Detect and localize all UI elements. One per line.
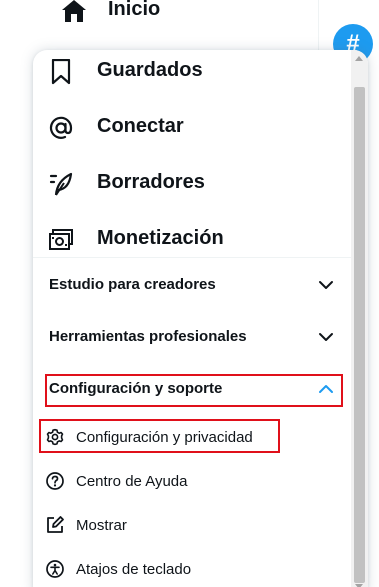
nav-item-label: Inicio: [108, 0, 161, 20]
menu-item-label: Monetización: [97, 227, 224, 249]
home-icon: [62, 0, 86, 22]
edit-icon: [47, 516, 64, 533]
menu-item-borradores[interactable]: Borradores: [33, 156, 351, 212]
highlight-box-section: [45, 374, 343, 407]
scroll-up-arrow-icon[interactable]: [355, 56, 363, 61]
at-icon: [49, 116, 73, 139]
bookmark-icon: [51, 59, 71, 85]
menu-item-mostrar[interactable]: Mostrar: [33, 504, 351, 548]
more-menu: Guardados Conectar Borradores Monetizaci…: [33, 50, 368, 587]
accessibility-icon: [46, 560, 64, 578]
menu-item-label: Guardados: [97, 59, 203, 81]
menu-separator: [33, 257, 351, 258]
menu-item-atajos-de-teclado[interactable]: Atajos de teclado: [33, 548, 351, 587]
menu-item-label: Borradores: [97, 171, 205, 193]
chevron-down-icon: [319, 281, 333, 289]
menu-item-label: Atajos de teclado: [76, 561, 192, 578]
menu-item-conectar[interactable]: Conectar: [33, 100, 351, 156]
chevron-down-icon: [319, 333, 333, 341]
section-herramientas-profesionales[interactable]: Herramientas profesionales: [33, 311, 351, 363]
scrollbar-thumb[interactable]: [354, 87, 365, 583]
menu-item-centro-de-ayuda[interactable]: Centro de Ayuda: [33, 460, 351, 504]
highlight-box-config: [39, 419, 280, 453]
money-icon: [49, 229, 73, 250]
section-label: Estudio para creadores: [49, 276, 216, 293]
help-circle-icon: [46, 472, 64, 490]
menu-scrollbar[interactable]: [351, 50, 368, 587]
menu-item-label: Conectar: [97, 115, 184, 137]
menu-item-guardados[interactable]: Guardados: [33, 50, 351, 100]
section-estudio-para-creadores[interactable]: Estudio para creadores: [33, 259, 351, 311]
menu-item-label: Centro de Ayuda: [76, 473, 188, 490]
feather-icon: [49, 172, 73, 196]
menu-item-label: Mostrar: [76, 517, 127, 534]
section-label: Herramientas profesionales: [49, 328, 247, 345]
